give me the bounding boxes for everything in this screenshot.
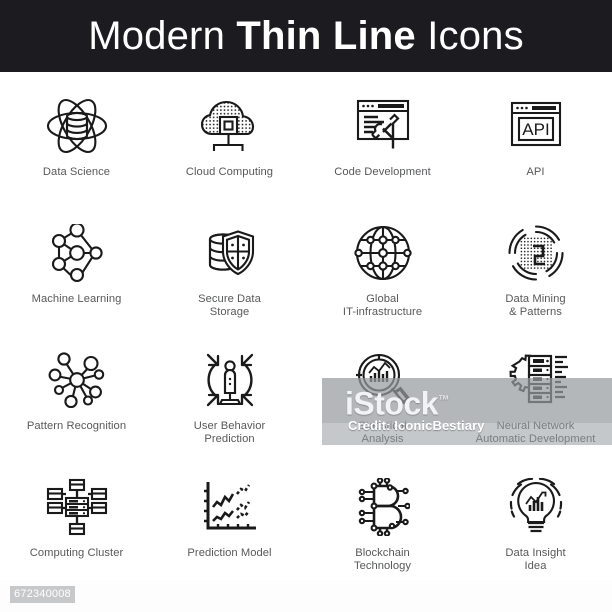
icon-cell-data-insight[interactable]: Data Insight Idea [459,453,612,580]
title-part-modern: Modern [88,14,237,58]
icon-cell-cloud-computing[interactable]: Cloud Computing [153,72,306,199]
icon-label: Data Mining & Patterns [505,293,566,318]
icon-cell-machine-learning[interactable]: Machine Learning [0,199,153,326]
icon-label: Data Science [42,166,111,178]
circuit-b-icon [347,475,419,539]
icon-label: Neural Network Automatic Development [475,420,596,445]
hub-nodes-icon [41,348,113,412]
person-arrows-icon [194,348,266,412]
magnifier-chart-icon [347,348,419,412]
icon-cell-data-science[interactable]: Data Science [0,72,153,199]
atom-database-icon [41,94,113,158]
icon-cell-computing-cluster[interactable]: Computing Cluster [0,453,153,580]
icon-cell-pattern-recognition[interactable]: Pattern Recognition [0,326,153,453]
trend-chart-icon [194,475,266,539]
browser-tools-icon [347,94,419,158]
icon-cell-statistical-analysis[interactable]: Statistical Analysis [306,326,459,453]
globe-network-icon [347,221,419,285]
icon-label: Data Insight Idea [505,547,566,572]
asset-id-badge: 672340008 [10,586,75,603]
icon-cell-global-infrastructure[interactable]: Global IT-infrastructure [306,199,459,326]
icon-cell-neural-network-dev[interactable]: Neural Network Automatic Development [459,326,612,453]
api-label: API [522,120,549,139]
icon-label: Statistical Analysis [358,420,407,445]
header-banner: Modern Thin Line Icons [0,0,612,72]
server-gear-code-icon [500,348,572,412]
icon-cell-api[interactable]: API API [459,72,612,199]
icon-label: Prediction Model [187,547,272,559]
icon-cell-user-behavior[interactable]: User Behavior Prediction [153,326,306,453]
lightbulb-chart-icon [500,475,572,539]
icon-label: User Behavior Prediction [193,420,266,445]
poster-root: Modern Thin Line Icons Data Science Clou… [0,0,612,612]
icon-label: Blockchain Technology [353,547,412,572]
radar-pattern-icon [500,221,572,285]
icon-label: Pattern Recognition [26,420,127,432]
icon-cell-prediction-model[interactable]: Prediction Model [153,453,306,580]
title-part-icons: Icons [415,14,524,58]
icon-cell-data-mining[interactable]: Data Mining & Patterns [459,199,612,326]
icon-label: Computing Cluster [29,547,124,559]
neural-nodes-icon [41,221,113,285]
icon-label: Code Development [334,166,431,178]
icon-cell-blockchain[interactable]: Blockchain Technology [306,453,459,580]
icon-label: Secure Data Storage [198,293,261,318]
page-title: Modern Thin Line Icons [88,14,524,58]
title-part-thinline: Thin Line [236,14,416,58]
cloud-chip-icon [194,94,266,158]
icon-label: Machine Learning [31,293,122,305]
browser-api-icon: API [500,94,572,158]
icon-label: Cloud Computing [185,166,274,178]
icon-grid: Data Science Cloud Computing Code Develo… [0,72,612,580]
footer-bar [0,580,612,612]
server-cluster-icon [41,475,113,539]
icon-label: API [526,166,545,178]
icon-cell-secure-data-storage[interactable]: Secure Data Storage [153,199,306,326]
icon-label: Global IT-infrastructure [342,293,423,318]
icon-cell-code-development[interactable]: Code Development [306,72,459,199]
database-shield-icon [194,221,266,285]
